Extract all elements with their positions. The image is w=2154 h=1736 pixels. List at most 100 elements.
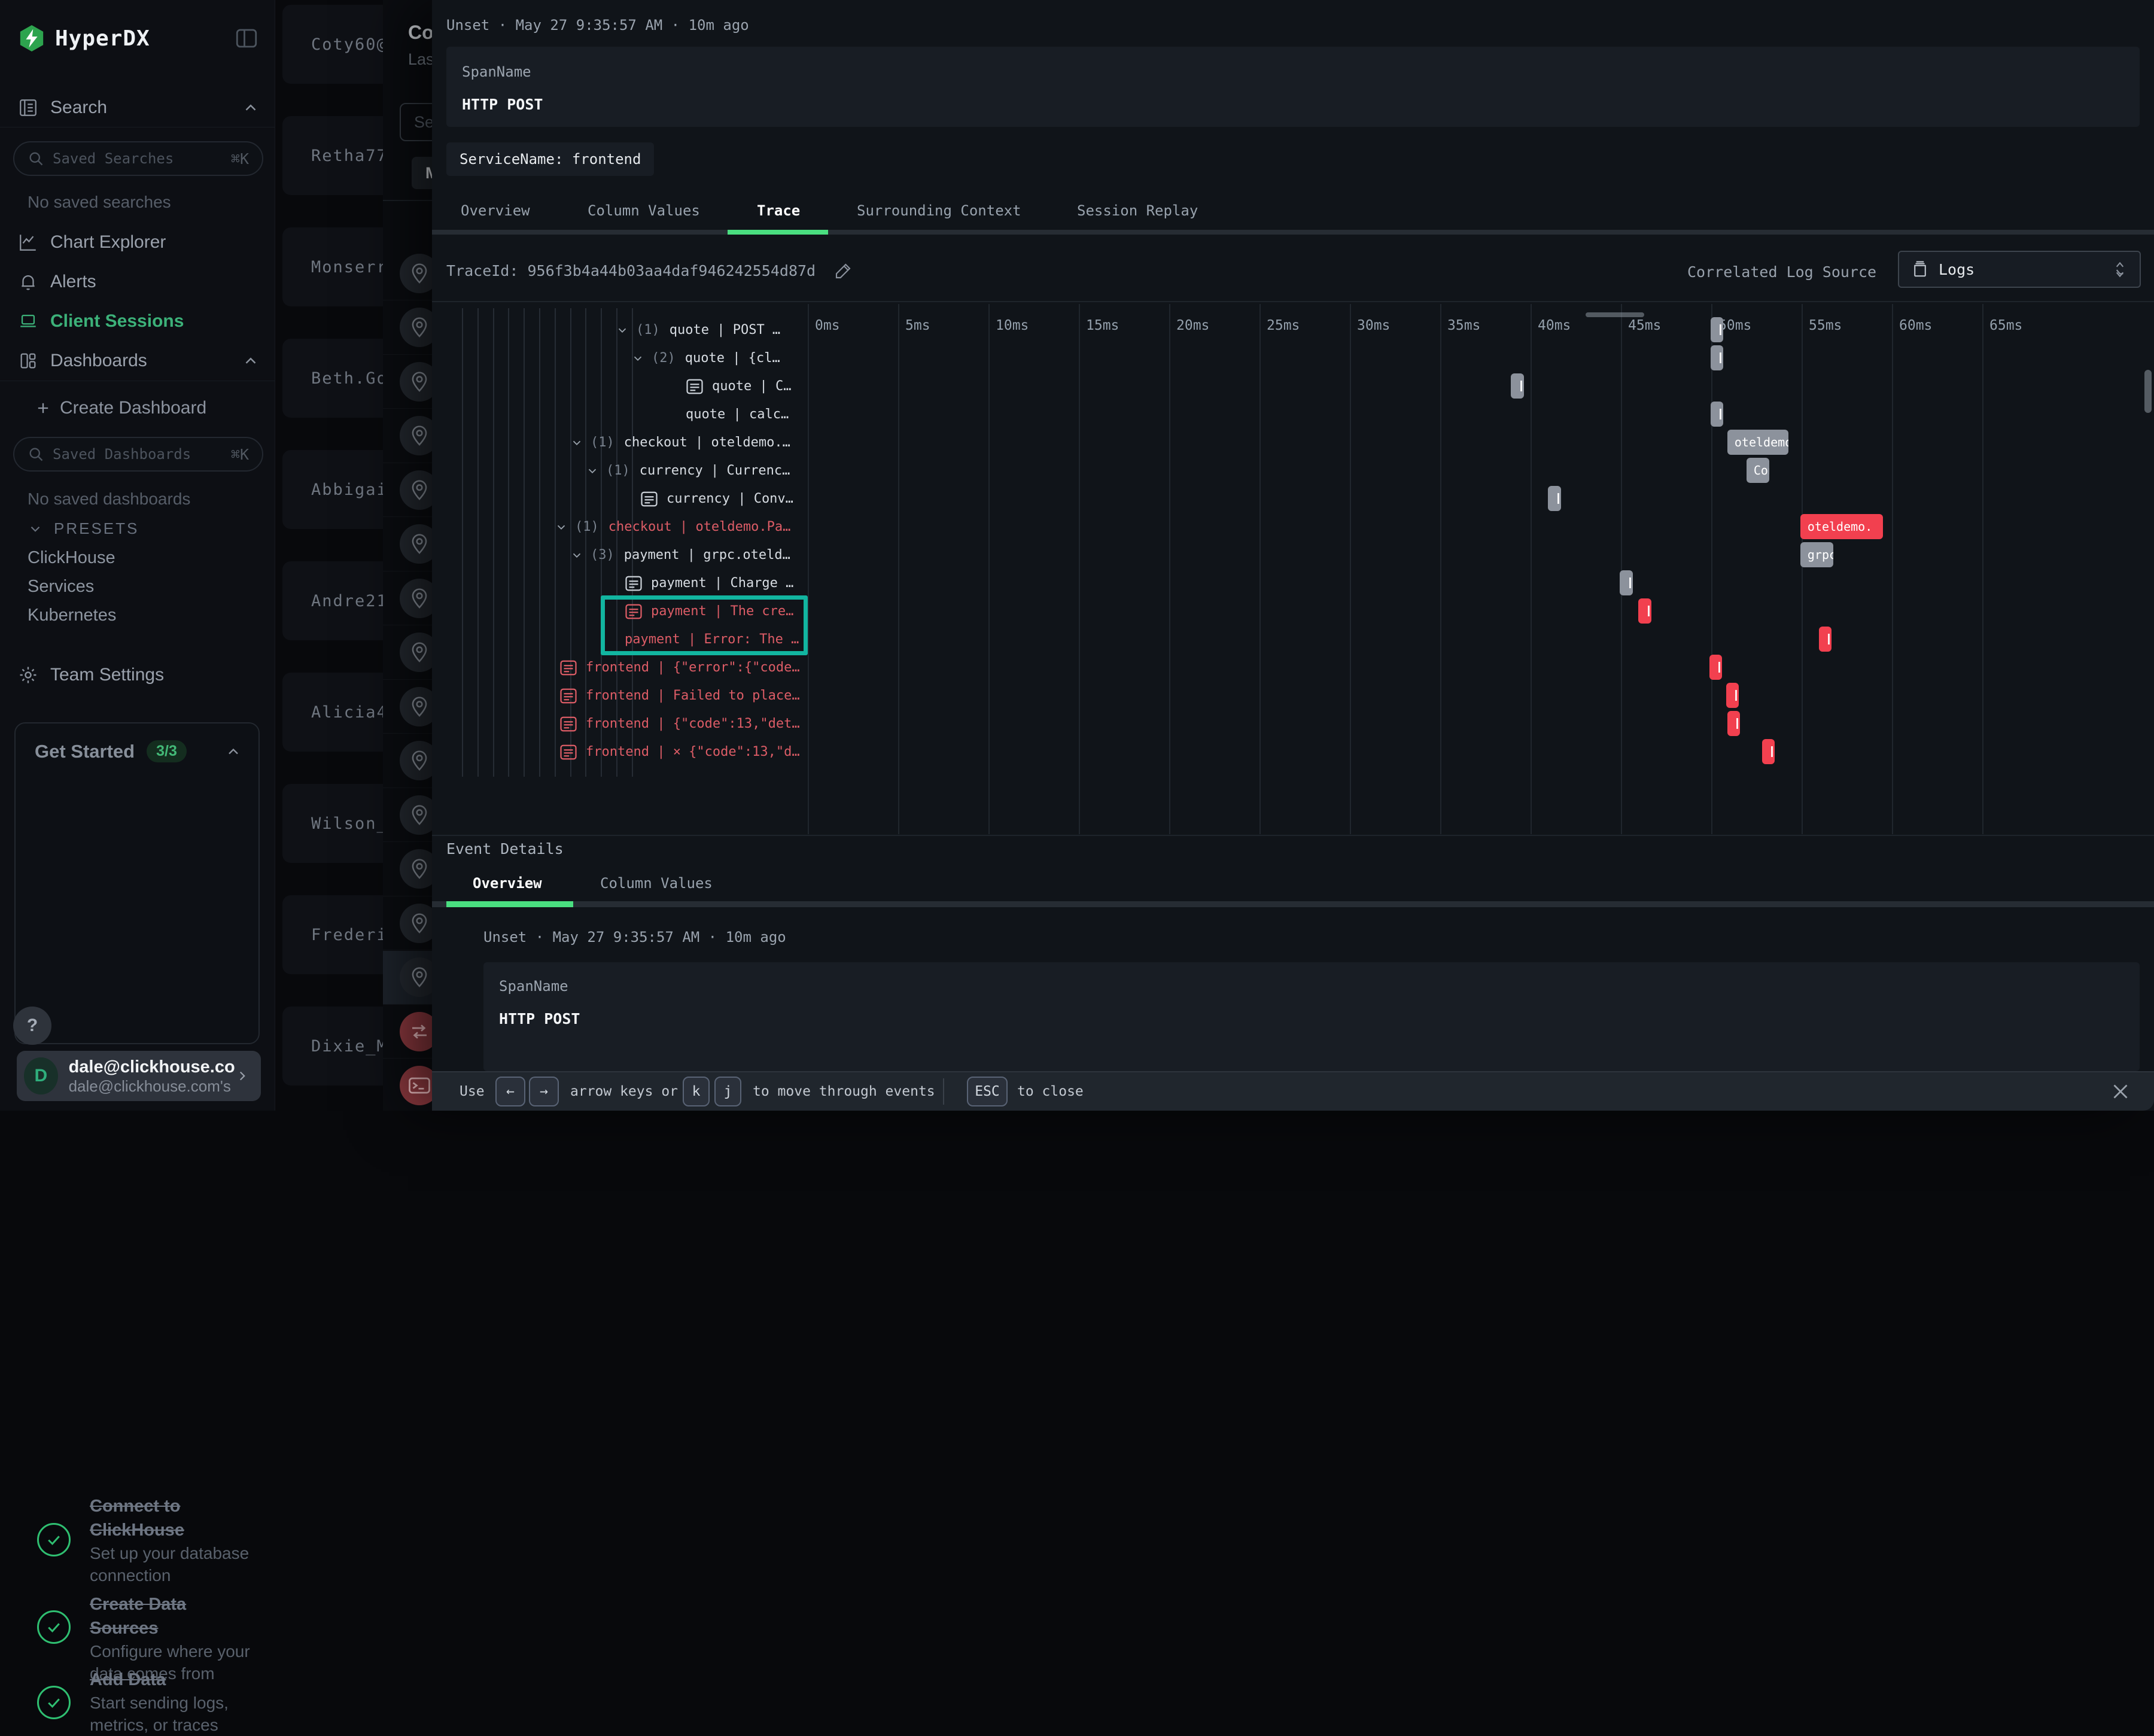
span-duration-bar[interactable] <box>1548 486 1561 511</box>
chevron-up-icon[interactable] <box>242 99 260 117</box>
collapse-sidebar-icon[interactable] <box>234 26 259 51</box>
session-event-row[interactable] <box>383 1059 432 1111</box>
chevron-down-icon[interactable] <box>631 352 652 365</box>
tab-column-values[interactable]: Column Values <box>588 202 700 219</box>
session-event-row[interactable] <box>383 626 432 680</box>
edit-icon[interactable] <box>834 261 853 280</box>
session-search-input[interactable]: Search <box>400 103 432 141</box>
service-name-chip[interactable]: ServiceName: frontend <box>446 142 654 176</box>
preset-link-clickhouse[interactable]: ClickHouse <box>28 548 115 568</box>
trace-span-row[interactable]: (1) checkout | oteldemo.Pa… <box>555 513 807 541</box>
trace-span-row[interactable]: (1) checkout | oteldemo.… <box>570 428 807 457</box>
session-list-item[interactable]: Dixie_Mc <box>282 1007 400 1086</box>
trace-span-row[interactable]: frontend | {"code":13,"det… <box>559 710 807 738</box>
session-event-row[interactable] <box>383 680 432 734</box>
span-duration-bar[interactable] <box>1638 598 1651 624</box>
chevron-down-icon[interactable] <box>570 549 591 562</box>
session-event-row[interactable] <box>383 518 432 571</box>
session-event-row[interactable] <box>383 463 432 517</box>
tab-trace[interactable]: Trace <box>757 202 800 219</box>
tab-surrounding-context[interactable]: Surrounding Context <box>857 202 1021 219</box>
tab-session-replay[interactable]: Session Replay <box>1077 202 1198 219</box>
trace-span-row[interactable]: frontend | × {"code":13,"d… <box>559 738 807 766</box>
span-duration-bar[interactable] <box>1511 373 1524 399</box>
log-source-select[interactable]: Logs <box>1898 251 2141 288</box>
session-event-row[interactable] <box>383 571 432 625</box>
trace-span-row[interactable]: currency | Conv… <box>640 485 807 513</box>
chevron-down-icon[interactable] <box>570 436 591 449</box>
chevron-up-icon[interactable] <box>225 743 242 760</box>
span-duration-bar[interactable]: oteldemo. <box>1727 430 1788 455</box>
sidebar-item-client-sessions[interactable]: Client Sessions <box>0 306 275 337</box>
span-duration-bar[interactable] <box>1711 402 1723 427</box>
span-duration-bar[interactable]: grpc <box>1800 542 1833 567</box>
session-event-row[interactable] <box>383 1005 432 1059</box>
close-icon[interactable] <box>2110 1081 2131 1102</box>
session-event-row[interactable] <box>383 301 432 355</box>
sidebar-item-alerts[interactable]: Alerts <box>0 266 275 297</box>
trace-span-row[interactable]: (1) currency | Currenc… <box>586 457 807 485</box>
span-duration-bar[interactable]: oteldemo. <box>1800 514 1883 539</box>
chevron-down-icon[interactable] <box>586 464 606 478</box>
presets-header[interactable]: PRESETS <box>28 519 139 538</box>
chevron-down-icon[interactable] <box>555 521 575 534</box>
chevron-down-icon[interactable] <box>616 324 636 337</box>
span-duration-bar[interactable] <box>1711 317 1723 342</box>
session-list-item[interactable]: Frederic <box>282 895 400 974</box>
session-list-item[interactable]: Monserra <box>282 227 400 306</box>
session-list-item[interactable]: Abbigail <box>282 450 400 529</box>
trace-span-row[interactable]: quote | calc… <box>686 400 807 428</box>
horizontal-scrollbar-thumb[interactable] <box>1586 312 1644 317</box>
span-duration-bar[interactable] <box>1711 345 1723 370</box>
span-duration-bar[interactable]: Conv <box>1747 458 1769 483</box>
tab-overview[interactable]: Overview <box>461 202 530 219</box>
session-event-row[interactable] <box>383 355 432 409</box>
search-journal-icon <box>18 98 39 118</box>
trace-span-row[interactable]: (1) quote | POST … <box>616 316 807 344</box>
chevron-up-icon[interactable] <box>242 352 260 370</box>
get-started-item[interactable]: Add Data Start sending logs,metrics, or … <box>90 1668 257 1736</box>
event-details-tab-column-values[interactable]: Column Values <box>600 875 713 892</box>
trace-span-row[interactable]: frontend | Failed to place… <box>559 682 807 710</box>
span-duration-bar[interactable] <box>1726 683 1739 708</box>
trace-span-row[interactable]: payment | Charge … <box>625 569 807 597</box>
session-map-button[interactable]: Map <box>412 157 432 189</box>
session-list-item[interactable]: Andre21@ <box>282 561 400 640</box>
user-account-button[interactable]: D dale@clickhouse.com dale@clickhouse.co… <box>17 1051 261 1101</box>
sidebar-item-dashboards[interactable]: Dashboards <box>0 345 275 376</box>
span-duration-bar[interactable] <box>1620 570 1633 595</box>
help-button[interactable]: ? <box>13 1007 51 1045</box>
create-dashboard-button[interactable]: Create Dashboard <box>0 393 275 424</box>
session-event-row[interactable] <box>383 951 432 1005</box>
trace-span-row[interactable]: (2) quote | {cl… <box>631 344 807 372</box>
session-event-row[interactable] <box>383 409 432 463</box>
preset-link-kubernetes[interactable]: Kubernetes <box>28 606 116 625</box>
session-list-item[interactable]: Alicia42 <box>282 673 400 752</box>
span-duration-bar[interactable] <box>1709 655 1722 680</box>
saved-searches-input[interactable]: Saved Searches ⌘K <box>13 141 263 176</box>
session-list-item[interactable]: Wilson_H <box>282 784 400 863</box>
trace-span-row[interactable]: (3) payment | grpc.oteld… <box>570 541 807 569</box>
span-duration-bar[interactable] <box>1819 627 1831 652</box>
session-event-row[interactable] <box>383 788 432 842</box>
session-event-row[interactable] <box>383 247 432 300</box>
vertical-scrollbar-thumb[interactable] <box>2144 370 2152 413</box>
sidebar-item-chart-explorer[interactable]: Chart Explorer <box>0 227 275 258</box>
trace-span-row[interactable]: quote | C… <box>686 372 807 400</box>
sidebar-item-team-settings[interactable]: Team Settings <box>0 659 275 691</box>
session-list-item[interactable]: Coty60@g <box>282 5 400 84</box>
saved-dashboards-input[interactable]: Saved Dashboards ⌘K <box>13 437 263 472</box>
session-list-item[interactable]: Retha77@ <box>282 116 400 195</box>
event-details-tab-overview[interactable]: Overview <box>473 875 542 892</box>
trace-span-row[interactable]: frontend | {"error":{"code… <box>559 653 807 682</box>
location-pin-icon <box>400 904 432 943</box>
session-event-row[interactable] <box>383 843 432 896</box>
sidebar-item-search[interactable]: Search <box>0 92 275 123</box>
session-list-item[interactable]: Beth.Gol <box>282 339 400 418</box>
span-duration-bar[interactable] <box>1762 739 1775 764</box>
session-event-row[interactable] <box>383 734 432 788</box>
preset-link-services[interactable]: Services <box>28 577 94 597</box>
session-event-row[interactable] <box>383 896 432 950</box>
span-duration-bar[interactable] <box>1727 711 1740 736</box>
get-started-item[interactable]: Connect toClickHouse Set up your databas… <box>90 1494 257 1586</box>
